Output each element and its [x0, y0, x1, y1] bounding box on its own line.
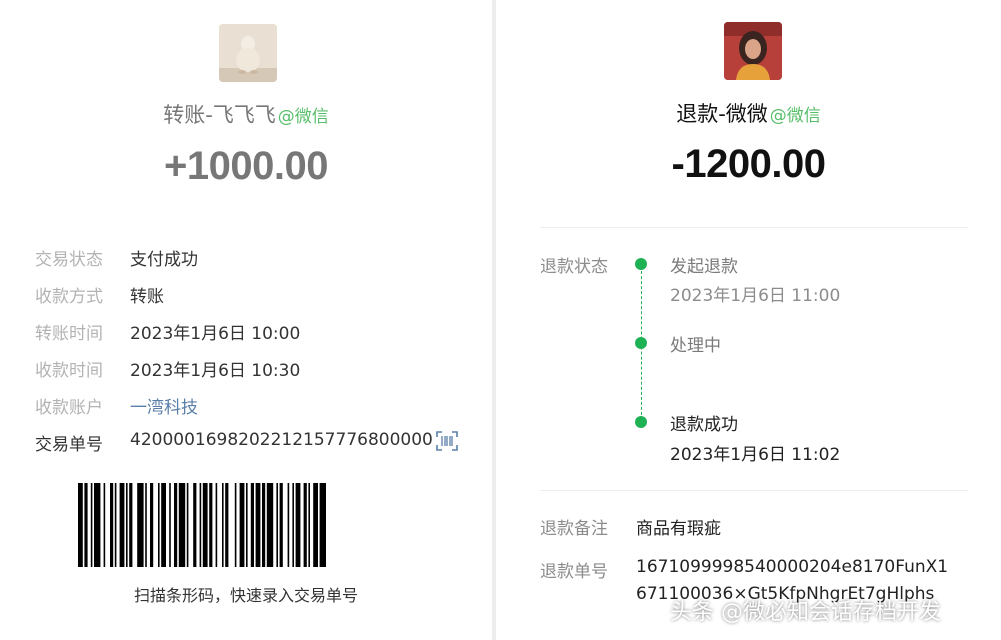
divider	[540, 227, 968, 228]
refund-order-label: 退款单号	[540, 562, 608, 582]
refund-title-text: 退款-微微	[676, 102, 768, 126]
barcode-bar	[174, 483, 178, 567]
barcode-bar	[137, 483, 144, 567]
barcode-bar	[110, 483, 114, 567]
barcode-bar	[234, 483, 237, 567]
detail-label: 收款时间	[35, 361, 103, 381]
barcode-bar	[266, 483, 274, 567]
detail-label: 收款方式	[35, 287, 103, 307]
barcode-bar	[158, 483, 160, 567]
refund-note-label: 退款备注	[540, 519, 608, 539]
barcode-bar	[169, 483, 171, 567]
barcode-bar	[308, 483, 310, 567]
barcode-bar	[313, 483, 318, 567]
barcode-bar	[90, 483, 93, 567]
detail-label: 交易单号	[35, 435, 103, 455]
barcode-bar	[222, 483, 224, 567]
detail-label: 收款账户	[35, 398, 103, 418]
transfer-title: 转账-飞飞飞 @微信	[0, 99, 492, 129]
barcode-bar	[202, 483, 208, 567]
barcode-bar	[126, 483, 128, 567]
barcode-bar	[319, 483, 326, 567]
timeline-dot	[635, 416, 647, 428]
barcode-bar	[199, 483, 202, 567]
wechat-tag: @微信	[277, 107, 329, 127]
timeline-dot	[635, 337, 647, 349]
detail-value: 2023年1月6日 10:00	[130, 324, 301, 344]
refund-note-value: 商品有瑕疵	[636, 519, 721, 539]
transfer-title-text: 转账-飞飞飞	[163, 103, 276, 127]
wechat-tag: @微信	[769, 106, 821, 126]
barcode-bar	[250, 483, 254, 567]
timeline-step-title: 处理中	[670, 336, 721, 356]
barcode-bar	[161, 483, 166, 567]
refund-status-label: 退款状态	[540, 257, 608, 277]
barcode-bar	[295, 483, 301, 567]
refund-user-avatar[interactable]	[724, 22, 782, 80]
figurine-avatar-image	[219, 24, 277, 82]
payee-account-link[interactable]: 一湾科技	[130, 393, 198, 418]
barcode-bar	[279, 483, 283, 567]
barcode-bar	[145, 483, 147, 567]
barcode-bar	[78, 483, 83, 567]
barcode-bar	[119, 483, 125, 567]
barcode-bar	[215, 483, 218, 567]
barcode-bar	[186, 483, 189, 567]
transfer-amount: +1000.00	[164, 144, 328, 188]
barcode-bar	[209, 483, 213, 567]
refund-receipt-panel: 退款-微微 @微信 -1200.00 退款状态 发起退款 2023年1月6日 11…	[496, 0, 1001, 640]
barcode-bar	[239, 483, 245, 567]
barcode-bar	[303, 483, 307, 567]
barcode-bar	[114, 483, 117, 567]
barcode-bar	[84, 483, 88, 567]
timeline-step-time: 2023年1月6日 11:00	[670, 286, 841, 306]
divider	[540, 490, 968, 491]
refund-title: 退款-微微 @微信	[496, 98, 1001, 128]
barcode-bar	[287, 483, 290, 567]
barcode-bar	[150, 483, 154, 567]
transaction-barcode[interactable]	[78, 483, 416, 567]
timeline-step-title: 发起退款	[670, 257, 738, 277]
detail-label: 转账时间	[35, 324, 103, 344]
barcode-bar	[103, 483, 106, 567]
barcode-bar	[255, 483, 261, 567]
barcode-caption: 扫描条形码，快速录入交易单号	[133, 586, 358, 605]
barcode-bar	[129, 483, 133, 567]
barcode-bar	[193, 483, 197, 567]
timeline-step-time: 2023年1月6日 11:02	[670, 445, 841, 465]
watermark: 头条 @微必知会话存档开发	[670, 600, 941, 625]
barcode-bar	[178, 483, 186, 567]
refund-order-number-line1[interactable]: 1671099998540000204e8170FunX1	[636, 557, 948, 577]
timeline-dot	[635, 258, 647, 270]
detail-value: 2023年1月6日 10:30	[130, 361, 301, 381]
barcode-scan-icon[interactable]	[436, 431, 458, 451]
transfer-receipt-panel: 转账-飞飞飞 @微信 +1000.00 交易状态 支付成功 收款方式 转账 转账时…	[0, 0, 492, 640]
barcode-bar	[225, 483, 229, 567]
refund-amount: -1200.00	[671, 142, 826, 186]
barcode-bar	[292, 483, 294, 567]
barcode-bar	[262, 483, 266, 567]
portrait-avatar-image	[724, 22, 782, 80]
payer-avatar[interactable]	[219, 24, 277, 82]
detail-label: 交易状态	[35, 250, 103, 270]
barcode-bar	[94, 483, 101, 567]
detail-value: 支付成功	[130, 250, 198, 270]
transaction-number[interactable]: 4200001698202212157776800000	[130, 430, 433, 450]
detail-value: 转账	[130, 287, 164, 307]
barcode-bar	[246, 483, 248, 567]
timeline-step-title: 退款成功	[670, 415, 738, 435]
barcode-bar	[276, 483, 278, 567]
